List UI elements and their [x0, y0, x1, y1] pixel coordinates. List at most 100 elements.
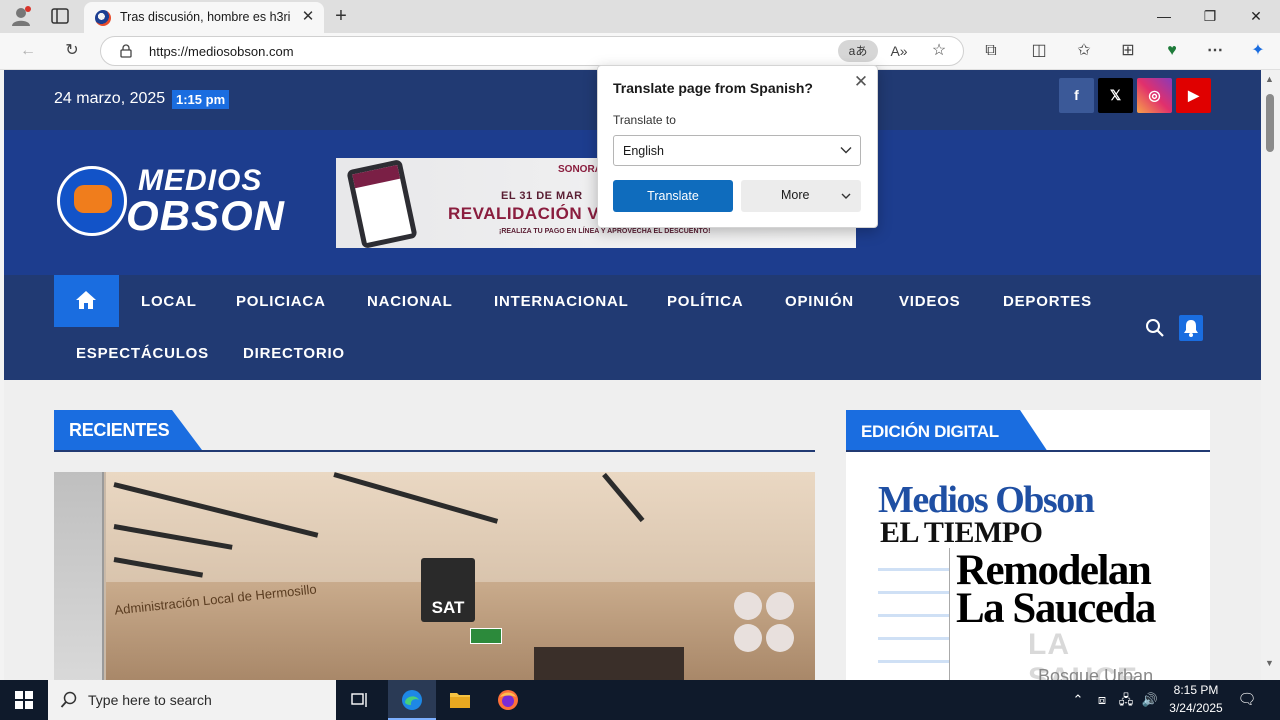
newspaper-cover[interactable]: Medios Obson EL TIEMPO Remodelan La Sauc… [878, 478, 1188, 680]
nav-directorio[interactable]: DIRECTORIO [243, 345, 345, 362]
banner-brand: SONORA [558, 164, 602, 175]
site-time: 1:15 pm [172, 90, 230, 109]
tray-overflow-icon[interactable]: ⌃ [1068, 690, 1088, 710]
nav-deportes[interactable]: DEPORTES [1003, 293, 1092, 310]
back-icon[interactable]: ← [16, 40, 40, 62]
x-twitter-icon[interactable]: 𝕏 [1098, 78, 1133, 113]
bell-icon [1184, 320, 1198, 337]
start-button[interactable] [0, 680, 48, 720]
translate-button[interactable]: Translate [613, 180, 733, 212]
paper-ad-subtext: Bosque Urban [1038, 666, 1154, 680]
read-aloud-icon[interactable]: A» [887, 40, 911, 62]
logo-text-bottom: OBSON [126, 192, 286, 239]
paper-subtitle: EL TIEMPO [880, 516, 1043, 549]
recientes-tab: RECIENTES [54, 410, 202, 450]
file-explorer-button[interactable] [436, 680, 484, 720]
folder-icon [450, 693, 470, 708]
target-language-select[interactable]: English [613, 135, 861, 166]
search-icon [60, 691, 77, 708]
windows-logo-icon [15, 691, 33, 709]
translate-popup-close-icon[interactable]: ✕ [851, 72, 871, 92]
tab-actions-icon[interactable] [50, 7, 70, 25]
translate-popup-title: Translate page from Spanish? [613, 80, 813, 96]
firefox-button[interactable] [484, 680, 532, 720]
refresh-icon[interactable]: ↻ [60, 40, 84, 62]
clock-date[interactable]: 3/24/2025 [1164, 701, 1228, 715]
profile-icon[interactable] [10, 5, 32, 27]
task-view-button[interactable] [336, 680, 384, 720]
taskbar-search-box[interactable]: Type here to search [48, 680, 336, 720]
active-tab[interactable]: Tras discusión, hombre es h3rido ✕ [84, 2, 324, 33]
instagram-icon[interactable]: ◎ [1137, 78, 1172, 113]
translate-icon[interactable]: aあ [838, 40, 878, 62]
tablet-image [346, 159, 418, 248]
banner-line3: ¡REALIZA TU PAGO EN LÍNEA Y APROVECHA EL… [499, 228, 711, 235]
search-icon[interactable] [1144, 317, 1166, 339]
window-close-icon[interactable]: ✕ [1233, 4, 1279, 28]
banner-line1: EL 31 DE MAR [501, 190, 583, 202]
browser-tab-bar: Tras discusión, hombre es h3rido ✕ + — ❐… [0, 0, 1280, 33]
address-bar[interactable]: https://mediosobson.com aあ A» ☆ [100, 36, 964, 66]
favorites-icon[interactable]: ✩ [1072, 40, 1096, 62]
lock-icon[interactable] [119, 44, 133, 58]
collections-icon[interactable]: ⊞ [1116, 40, 1140, 62]
page-scrollbar[interactable]: ▲ ▼ [1261, 70, 1280, 680]
nav-politica[interactable]: POLÍTICA [667, 293, 743, 310]
home-icon [76, 291, 96, 309]
paper-headline-2: La Sauceda [956, 585, 1156, 632]
tab-close-icon[interactable]: ✕ [299, 8, 317, 26]
copilot-icon[interactable]: ✦ [1246, 40, 1270, 62]
url-text[interactable]: https://mediosobson.com [149, 44, 294, 59]
nav-policiaca[interactable]: POLICIACA [236, 293, 326, 310]
sat-logo-icon: SAT [421, 558, 475, 622]
extensions-icon[interactable]: ⧉ [979, 40, 1003, 62]
edicion-title: EDICIÓN DIGITAL [861, 422, 999, 441]
edge-taskbar-button[interactable] [388, 680, 436, 720]
network-icon[interactable]: 🖧 [1116, 690, 1136, 710]
chevron-down-icon [840, 147, 852, 154]
facebook-icon[interactable]: f [1059, 78, 1094, 113]
more-menu-icon[interactable]: ⋯ [1203, 40, 1227, 62]
task-view-icon [351, 693, 367, 707]
minimize-icon[interactable]: — [1141, 4, 1187, 28]
site-favicon-icon [95, 10, 111, 26]
restore-icon[interactable]: ❐ [1187, 4, 1233, 28]
more-options-label: More [781, 188, 810, 202]
banner-headline: REVALIDACIÓN V [448, 204, 600, 223]
target-language-value: English [623, 144, 664, 158]
site-date: 24 marzo, 2025 [54, 90, 166, 107]
edge-icon [402, 690, 422, 710]
notification-center-icon[interactable]: 🗨 [1237, 690, 1257, 710]
nav-videos[interactable]: VIDEOS [899, 293, 960, 310]
nav-local[interactable]: LOCAL [141, 293, 197, 310]
scrollbar-thumb[interactable] [1266, 94, 1274, 152]
edicion-digital-widget: EDICIÓN DIGITAL Medios Obson EL TIEMPO R… [846, 410, 1210, 680]
nav-opinion[interactable]: OPINIÓN [785, 293, 854, 310]
owl-logo-icon [57, 166, 127, 236]
volume-icon[interactable]: 🔊 [1140, 690, 1160, 710]
recientes-section-header: RECIENTES [54, 410, 815, 452]
windows-taskbar: Type here to search ⌃ ⧈ 🖧 🔊 8:15 PM 3/24… [0, 680, 1280, 720]
home-button[interactable] [54, 275, 119, 327]
firefox-icon [498, 690, 518, 710]
featured-article-image[interactable]: Administración Local de Hermosillo SAT [54, 472, 815, 680]
site-logo[interactable]: MEDIOS OBSON [54, 158, 284, 243]
split-screen-icon[interactable]: ◫ [1027, 40, 1051, 62]
main-nav: LOCAL POLICIACA NACIONAL INTERNACIONAL P… [4, 275, 1261, 380]
youtube-icon[interactable]: ▶ [1176, 78, 1211, 113]
browser-essentials-icon[interactable]: ♥ [1160, 40, 1184, 62]
new-tab-icon[interactable]: + [330, 5, 352, 27]
nav-internacional[interactable]: INTERNACIONAL [494, 293, 629, 310]
taskbar-search-placeholder: Type here to search [88, 692, 212, 708]
tray-app-icon[interactable]: ⧈ [1092, 690, 1112, 710]
nav-espectaculos[interactable]: ESPECTÁCULOS [76, 345, 209, 362]
more-options-button[interactable]: More [741, 180, 861, 212]
clock-time[interactable]: 8:15 PM [1168, 683, 1224, 697]
translate-popup: Translate page from Spanish? ✕ Translate… [597, 65, 878, 228]
favorite-star-icon[interactable]: ☆ [927, 40, 951, 62]
tab-title: Tras discusión, hombre es h3rido [120, 10, 290, 24]
notification-button[interactable] [1179, 315, 1203, 341]
edicion-tab: EDICIÓN DIGITAL [846, 410, 1048, 452]
nav-nacional[interactable]: NACIONAL [367, 293, 453, 310]
recientes-title: RECIENTES [69, 420, 170, 440]
